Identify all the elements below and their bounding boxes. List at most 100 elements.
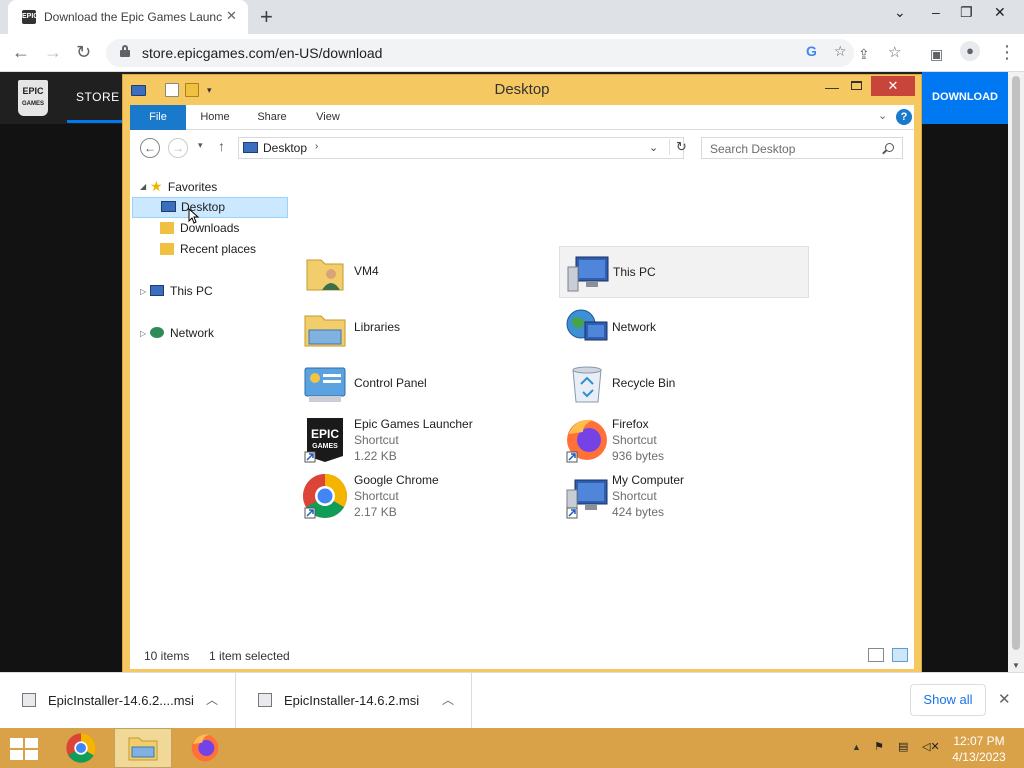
desktop-item-this-pc[interactable]: This PC (559, 246, 809, 298)
reload-icon[interactable]: ↻ (76, 42, 91, 62)
epic-games-icon: EPIC GAMES (304, 418, 343, 463)
back-arrow-icon[interactable]: ← (12, 42, 30, 62)
large-icons-view-icon[interactable] (892, 648, 908, 662)
desktop-item-firefox[interactable]: Firefox Shortcut 936 bytes (559, 414, 809, 466)
minimize-icon[interactable]: – (932, 4, 940, 20)
desktop-item-vm4[interactable]: VM4 (301, 246, 551, 298)
desktop-item-epic-games-launcher[interactable]: EPIC GAMES Epic Games Launcher Shortcut … (301, 414, 551, 466)
epic-download-button[interactable]: DOWNLOAD (922, 72, 1008, 124)
address-path[interactable]: Desktop (263, 141, 307, 155)
side-panel-icon[interactable]: ▣ (930, 44, 943, 64)
profile-avatar-icon[interactable]: ● (960, 41, 980, 61)
refresh-icon[interactable]: ↻ (669, 139, 687, 155)
download-options-chevron-icon[interactable]: ︿ (442, 691, 454, 708)
browser-close-icon[interactable]: ✕ (994, 4, 1006, 21)
this-pc-expand-icon[interactable]: ▷ (140, 287, 146, 296)
msi-file-icon (22, 693, 36, 707)
help-icon[interactable]: ? (896, 109, 912, 125)
start-button[interactable] (10, 738, 38, 760)
restore-icon[interactable]: ❐ (960, 4, 973, 21)
action-center-flag-icon[interactable]: ⚑ (874, 740, 884, 753)
item-size: 1.22 KB (354, 449, 397, 463)
breadcrumb-chevron-icon[interactable]: › (315, 141, 318, 152)
clock-time[interactable]: 12:07 PM (944, 734, 1014, 748)
network-tray-icon[interactable]: ▤ (898, 740, 908, 753)
ribbon-tab-file[interactable]: File (130, 105, 186, 130)
taskbar-firefox-button[interactable] (176, 728, 234, 768)
libraries-icon (304, 315, 346, 347)
windows-logo-pane (25, 738, 38, 748)
taskbar-chrome-button[interactable] (52, 728, 110, 768)
details-view-icon[interactable] (868, 648, 884, 662)
address-history-icon[interactable]: ⌄ (649, 141, 658, 154)
desktop-item-recycle-bin[interactable]: Recycle Bin (559, 358, 809, 410)
google-translate-icon[interactable]: G (806, 43, 817, 59)
ribbon-tab-home[interactable]: Home (192, 105, 238, 130)
show-all-downloads-button[interactable]: Show all (910, 684, 986, 716)
tab-search-chevron-icon[interactable]: ⌄ (894, 4, 906, 21)
ribbon-tab-view[interactable]: View (308, 105, 348, 130)
mouse-pointer-icon (188, 208, 200, 224)
forward-arrow-icon[interactable]: → (44, 42, 62, 62)
up-folder-icon[interactable]: ↑ (218, 138, 225, 154)
show-hidden-icons-icon[interactable]: ▲ (852, 742, 861, 752)
epic-logo-line2: GAMES (21, 101, 44, 107)
windows-logo-icon (10, 738, 23, 748)
address-row: ← → ▾ ↑ Desktop › ⌄ ↻ Search Desktop (130, 130, 914, 166)
tab-close-icon[interactable]: ✕ (226, 8, 237, 24)
explorer-close-button[interactable]: ✕ (871, 76, 915, 96)
explorer-minimize-icon[interactable]: — (825, 79, 839, 95)
desktop-item-google-chrome[interactable]: Google Chrome Shortcut 2.17 KB (301, 470, 551, 522)
nav-item-downloads[interactable]: Downloads (160, 218, 290, 239)
download-item[interactable]: EpicInstaller-14.6.2....msi ︿ (0, 673, 236, 729)
nav-item-desktop[interactable]: Desktop (132, 197, 288, 218)
recent-locations-icon[interactable]: ▾ (198, 140, 203, 151)
volume-muted-icon[interactable]: ◁✕ (922, 740, 940, 753)
desktop-item-libraries[interactable]: Libraries (301, 302, 551, 354)
download-filename: EpicInstaller-14.6.2.msi (284, 693, 420, 708)
scroll-down-arrow-icon[interactable]: ▼ (1012, 661, 1020, 670)
address-bar[interactable]: store.epicgames.com/en-US/download G ☆ (106, 39, 854, 67)
scrollbar-thumb[interactable] (1012, 76, 1020, 650)
browser-tab-epic[interactable]: EPIC Download the Epic Games Launcher ✕ (8, 0, 248, 34)
network-expand-icon[interactable]: ▷ (140, 329, 146, 338)
close-download-shelf-icon[interactable]: ✕ (998, 690, 1011, 708)
explorer-forward-icon[interactable]: → (168, 138, 188, 158)
nav-item-recent-places[interactable]: Recent places (160, 239, 290, 260)
nav-item-this-pc[interactable]: This PC (150, 281, 280, 302)
explorer-title-bar[interactable]: ▾ Desktop — ✕ (123, 75, 921, 105)
explorer-content: ◢ ★ Favorites Desktop Downloads Recent p… (130, 166, 914, 669)
lock-icon[interactable] (120, 45, 130, 57)
firefox-icon (191, 734, 219, 762)
explorer-address-box[interactable]: Desktop › ⌄ ↻ (238, 137, 687, 159)
download-filename: EpicInstaller-14.6.2....msi (48, 693, 194, 708)
ribbon-tab-share[interactable]: Share (250, 105, 294, 130)
navigation-pane: ◢ ★ Favorites Desktop Downloads Recent p… (130, 166, 290, 646)
favorites-collapse-icon[interactable]: ◢ (140, 182, 146, 191)
page-scrollbar[interactable]: ▼ (1008, 72, 1024, 672)
desktop-item-network[interactable]: Network (559, 302, 809, 354)
nav-item-favorites[interactable]: ★ Favorites (150, 176, 280, 197)
clock-date[interactable]: 4/13/2023 (944, 750, 1014, 764)
expand-ribbon-icon[interactable]: ⌄ (878, 109, 887, 122)
taskbar-file-explorer-button[interactable] (114, 728, 172, 768)
computer-icon (567, 256, 609, 292)
bookmark-star-icon[interactable]: ☆ (834, 43, 847, 60)
share-icon[interactable]: ⇪ (858, 44, 870, 64)
epic-logo[interactable]: EPIC GAMES (18, 80, 48, 116)
search-desktop-input[interactable]: Search Desktop (701, 137, 903, 159)
bookmark-icon[interactable]: ☆ (888, 43, 901, 63)
chrome-menu-icon[interactable]: ⋮ (998, 42, 1016, 62)
desktop-item-my-computer[interactable]: My Computer Shortcut 424 bytes (559, 470, 809, 522)
epic-store-link[interactable]: STORE (76, 90, 120, 104)
download-item[interactable]: EpicInstaller-14.6.2.msi ︿ (236, 673, 472, 729)
nav-item-network[interactable]: Network (150, 323, 280, 344)
new-tab-button[interactable]: + (260, 4, 273, 30)
download-options-chevron-icon[interactable]: ︿ (206, 691, 218, 708)
windows-logo-pane (25, 750, 38, 760)
desktop-item-control-panel[interactable]: Control Panel (301, 358, 551, 410)
search-icon[interactable] (885, 143, 894, 152)
tab-title: Download the Epic Games Launcher (44, 10, 222, 24)
explorer-back-icon[interactable]: ← (140, 138, 160, 158)
explorer-maximize-icon[interactable] (851, 81, 862, 90)
